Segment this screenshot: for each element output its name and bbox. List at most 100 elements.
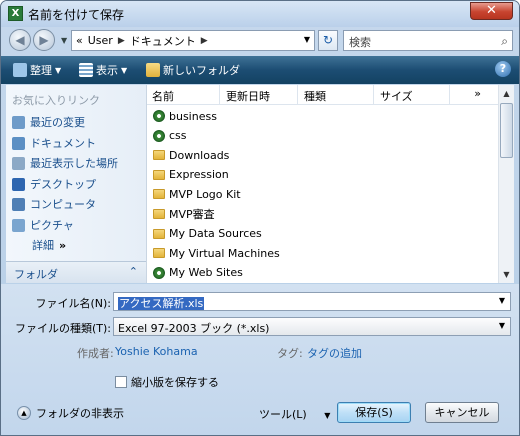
breadcrumb-documents[interactable]: ドキュメント [130,33,196,49]
filetype-select[interactable]: Excel 97-2003 ブック (*.xls) ▼ [113,317,511,336]
hide-folders-label: フォルダの非表示 [36,407,124,420]
column-separator [373,85,374,105]
sidebar-item-more[interactable]: 詳細 » [32,237,66,253]
views-button[interactable]: 表示 ▼ [79,62,127,78]
breadcrumb-user[interactable]: User [88,34,113,47]
file-name: css [169,129,187,143]
views-label: 表示 [96,64,118,77]
file-name: business [169,109,217,123]
save-button[interactable]: 保存(S) [337,402,411,423]
recent-places-icon [12,156,25,170]
column-separator [219,85,220,105]
address-row: ◀ ▶ ▼ « User ▶ ドキュメント ▶ ▼ ↻ 検索 ⌕ [1,27,519,55]
search-placeholder: 検索 [349,36,371,49]
address-root-marker: « [76,34,83,47]
file-name: My Data Sources [169,227,262,241]
sidebar-item-recent-changes[interactable]: 最近の変更 [12,114,85,130]
save-thumbnail-checkbox[interactable]: 縮小版を保存する [115,374,219,390]
file-row[interactable]: My Web Sites [153,264,243,282]
sidebar-item-label: ドキュメント [30,137,96,150]
sidebar-item-documents[interactable]: ドキュメント [12,135,96,151]
filename-input[interactable]: アクセス解析.xls ▼ [113,292,511,311]
organize-label: 整理 [30,64,52,77]
vertical-scrollbar[interactable]: ▲ ▼ [498,85,514,283]
file-row[interactable]: Downloads [153,146,229,164]
new-folder-icon [146,63,160,77]
web-folder-icon [153,129,165,142]
filetype-value: Excel 97-2003 ブック (*.xls) [118,322,270,335]
folder-icon [153,189,165,200]
file-list: 名前 更新日時 種類 サイズ » business css Downloads Exp… [146,85,514,283]
refresh-icon[interactable]: ↻ [318,30,338,51]
sidebar-item-label: コンピュータ [30,198,96,211]
close-button[interactable]: ✕ [470,2,513,20]
folder-icon [153,228,165,239]
tools-menu-button[interactable]: ツール(L) ▼ [259,406,330,422]
forward-button[interactable]: ▶ [33,29,55,51]
tools-label: ツール(L) [259,408,307,421]
file-row[interactable]: MVP Logo Kit [153,185,241,203]
back-button[interactable]: ◀ [9,29,31,51]
organize-button[interactable]: 整理 ▼ [13,62,61,78]
organize-icon [13,63,27,77]
checkbox-box[interactable] [115,376,127,388]
recent-pages-dropdown-icon[interactable]: ▼ [61,36,67,45]
file-name: My Virtual Machines [169,246,280,260]
filetype-label: ファイルの種類(T): [14,322,111,335]
column-header: 名前 更新日時 種類 サイズ » [147,85,499,105]
filetype-dropdown-icon[interactable]: ▼ [499,321,505,330]
column-modified[interactable]: 更新日時 [226,88,270,104]
tags-label: タグ: [277,347,303,360]
sidebar-item-label: 最近表示した場所 [30,157,118,170]
tags-value[interactable]: タグの追加 [307,345,362,361]
excel-app-icon: X [8,6,23,21]
hide-folders-button[interactable]: ▲ フォルダの非表示 [17,405,124,421]
folder-icon [153,169,165,180]
scroll-down-icon[interactable]: ▼ [499,266,514,283]
save-thumbnail-label: 縮小版を保存する [131,376,219,389]
sidebar-item-recent-places[interactable]: 最近表示した場所 [12,155,118,171]
address-bar[interactable]: « User ▶ ドキュメント ▶ ▼ [71,30,315,51]
author-value[interactable]: Yoshie Kohama [115,345,198,358]
file-row[interactable]: business [153,107,217,125]
search-input[interactable]: 検索 ⌕ [343,30,513,51]
folder-icon [153,248,165,259]
breadcrumb-separator-icon[interactable]: ▶ [118,36,125,46]
new-folder-button[interactable]: 新しいフォルダ [146,62,240,78]
help-icon[interactable]: ? [495,61,511,77]
chevron-up-icon: ▲ [17,406,31,420]
column-name[interactable]: 名前 [152,88,174,104]
column-type[interactable]: 種類 [304,88,326,104]
file-row[interactable]: My Virtual Machines [153,244,280,262]
file-name: Expression [169,168,229,182]
column-size[interactable]: サイズ [380,88,413,104]
search-icon[interactable]: ⌕ [501,34,508,49]
column-separator [297,85,298,105]
scroll-thumb[interactable] [500,103,513,158]
file-name: My Web Sites [169,266,243,280]
more-columns-icon[interactable]: » [474,87,481,100]
sidebar-item-desktop[interactable]: デスクトップ [12,176,96,192]
file-row[interactable]: My Data Sources [153,225,262,243]
breadcrumb-separator-icon[interactable]: ▶ [201,36,208,46]
sidebar-item-label: デスクトップ [30,178,96,191]
cancel-button[interactable]: キャンセル [425,402,499,423]
sidebar-item-computer[interactable]: コンピュータ [12,196,96,212]
filename-dropdown-icon[interactable]: ▼ [499,296,505,305]
new-folder-label: 新しいフォルダ [163,64,240,77]
web-folder-icon [153,266,165,279]
file-row[interactable]: MVP審査 [153,205,215,223]
save-label: 保存(S) [355,406,393,419]
folder-tree-toggle[interactable]: フォルダ ⌃ [6,261,146,283]
file-row[interactable]: Expression [153,166,229,184]
file-row[interactable]: css [153,127,187,145]
address-dropdown-icon[interactable]: ▼ [304,35,310,44]
sidebar-item-label: 詳細 [32,239,54,252]
desktop-icon [12,177,25,191]
scroll-up-icon[interactable]: ▲ [499,85,514,102]
navigation-pane: お気に入りリンク 最近の変更 ドキュメント 最近表示した場所 デスクトップ コン… [6,85,146,283]
chevron-up-icon: ⌃ [128,265,138,278]
file-name: MVP審査 [169,208,215,221]
sidebar-item-pictures[interactable]: ピクチャ [12,217,74,233]
filename-label: ファイル名(N): [35,297,111,310]
